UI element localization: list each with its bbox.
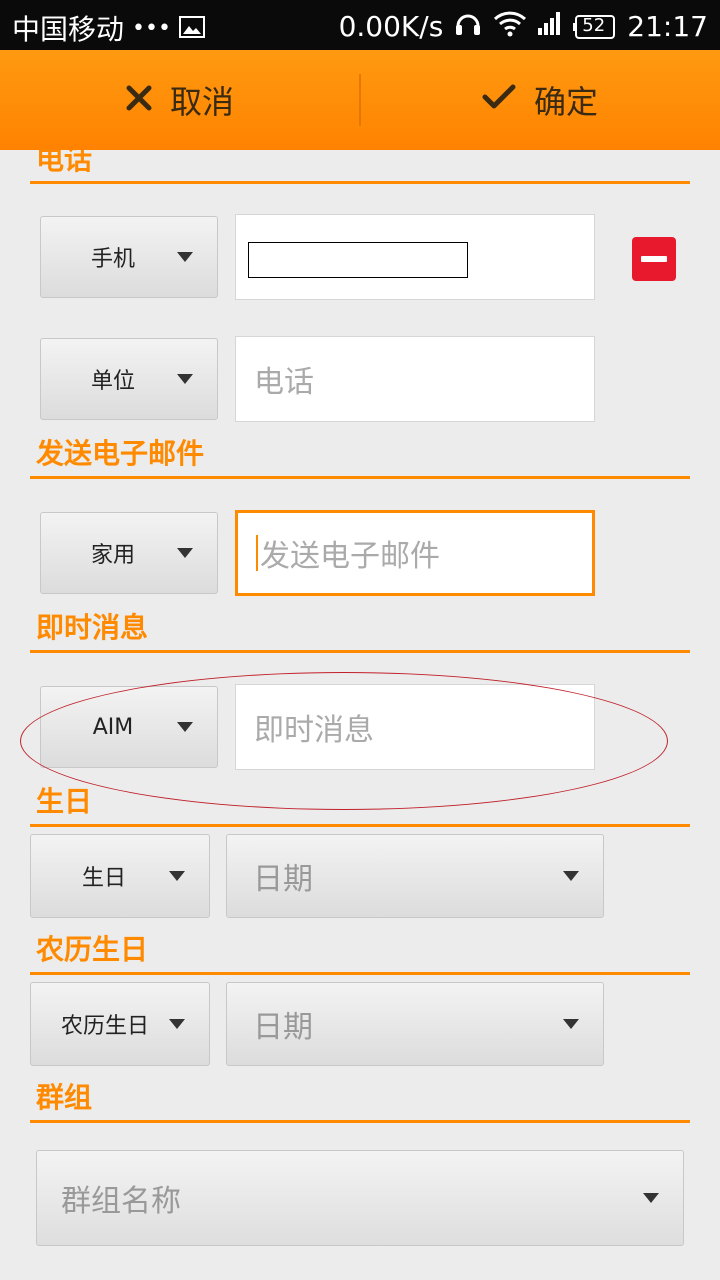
section-divider [30, 476, 690, 479]
notification-dots: ••• [132, 15, 171, 41]
section-divider [30, 972, 690, 975]
dropdown-arrow-icon [177, 548, 193, 558]
minus-icon [641, 256, 667, 262]
dropdown-arrow-icon [169, 1019, 185, 1029]
im-type-select[interactable]: AIM [40, 686, 218, 768]
signal-icon [537, 10, 563, 43]
battery-icon: 52 [573, 14, 617, 40]
action-bar: 取消 确定 [0, 50, 720, 150]
group-select-placeholder: 群组名称 [61, 1184, 181, 1219]
dropdown-arrow-icon [643, 1193, 659, 1203]
remove-phone-button[interactable] [632, 237, 676, 281]
dropdown-arrow-icon [563, 871, 579, 881]
group-section-title: 群组 [36, 1081, 93, 1114]
section-divider [30, 181, 690, 184]
email-input-placeholder: 发送电子邮件 [260, 539, 440, 574]
im-type-label: AIM [92, 714, 134, 740]
dropdown-arrow-icon [169, 871, 185, 881]
check-icon [482, 81, 516, 119]
cancel-button[interactable]: 取消 [0, 50, 360, 150]
email-section-title: 发送电子邮件 [36, 437, 205, 470]
birthday-type-label: 生日 [81, 866, 126, 891]
im-section-title: 即时消息 [36, 611, 149, 644]
headset-icon [453, 8, 483, 45]
email-input[interactable]: 发送电子邮件 [235, 510, 595, 596]
lunar-birthday-date-placeholder: 日期 [253, 1010, 313, 1045]
wifi-icon [493, 9, 527, 44]
dropdown-arrow-icon [177, 374, 193, 384]
section-divider [30, 650, 690, 653]
section-divider [30, 1120, 690, 1123]
phone-type-select-mobile[interactable]: 手机 [40, 216, 218, 298]
section-divider [30, 824, 690, 827]
lunar-birthday-type-label: 农历生日 [60, 1014, 149, 1039]
network-speed: 0.00K/s [338, 10, 444, 43]
battery-level: 52 [582, 14, 606, 36]
carrier-label: 中国移动 [12, 13, 125, 46]
phone-type-label: 手机 [90, 247, 135, 272]
phone-type-label: 单位 [90, 369, 135, 394]
contact-edit-form[interactable]: 电话 手机 单位 电话 发送电子邮件 家用 发送电子邮件 即时消息 AIM 即时… [0, 150, 720, 1280]
status-bar: 中国移动 ••• 0.00K/s 52 21:17 [0, 0, 720, 50]
phone-input-placeholder: 电话 [254, 365, 314, 400]
confirm-label: 确定 [533, 83, 598, 121]
phone-number-input[interactable] [235, 214, 595, 300]
birthday-date-placeholder: 日期 [253, 862, 313, 897]
birthday-date-picker[interactable]: 日期 [226, 834, 604, 918]
image-notification-icon [178, 12, 205, 45]
close-icon [126, 81, 152, 119]
dropdown-arrow-icon [563, 1019, 579, 1029]
lunar-birthday-type-select[interactable]: 农历生日 [30, 982, 210, 1066]
dropdown-arrow-icon [177, 252, 193, 262]
phone-section-title: 电话 [36, 150, 93, 176]
im-input[interactable]: 即时消息 [235, 684, 595, 770]
phone-number-redacted-box [248, 242, 468, 278]
im-input-placeholder: 即时消息 [254, 713, 374, 748]
birthday-section-title: 生日 [36, 785, 93, 818]
group-select[interactable]: 群组名称 [36, 1150, 684, 1246]
cancel-label: 取消 [169, 83, 234, 121]
phone-type-select-work[interactable]: 单位 [40, 338, 218, 420]
clock: 21:17 [627, 10, 708, 43]
phone-input[interactable]: 电话 [235, 336, 595, 422]
birthday-type-select[interactable]: 生日 [30, 834, 210, 918]
dropdown-arrow-icon [177, 722, 193, 732]
text-cursor [256, 535, 258, 571]
email-type-select[interactable]: 家用 [40, 512, 218, 594]
lunar-birthday-section-title: 农历生日 [36, 933, 149, 966]
lunar-birthday-date-picker[interactable]: 日期 [226, 982, 604, 1066]
confirm-button[interactable]: 确定 [360, 50, 720, 150]
email-type-label: 家用 [90, 543, 135, 568]
